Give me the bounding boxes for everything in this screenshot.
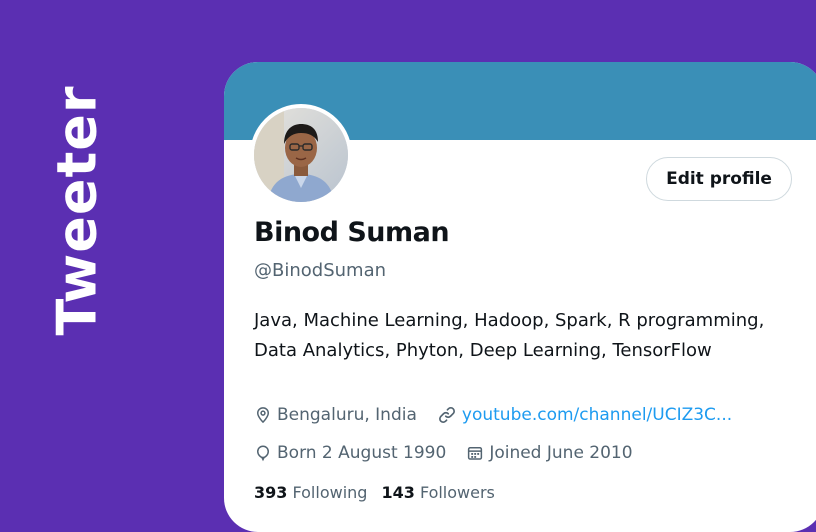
- profile-avatar[interactable]: [250, 104, 352, 206]
- followers-label: Followers: [419, 483, 495, 502]
- following-link[interactable]: 393 Following: [254, 483, 367, 502]
- profile-meta-row: Bengaluru, India youtube.com/channel/UCI…: [254, 405, 752, 425]
- edit-profile-button[interactable]: Edit profile: [646, 157, 792, 201]
- following-label: Following: [292, 483, 368, 502]
- profile-location: Bengaluru, India: [254, 405, 417, 425]
- followers-count: 143: [381, 483, 415, 502]
- profile-joined: Joined June 2010: [466, 443, 633, 463]
- link-icon: [438, 407, 455, 423]
- joined-text: Joined June 2010: [489, 443, 633, 463]
- birthday-text: Born 2 August 1990: [277, 443, 447, 463]
- website-link[interactable]: youtube.com/channel/UCIZ3C...: [462, 405, 732, 425]
- location-text: Bengaluru, India: [277, 405, 417, 425]
- profile-birthday: Born 2 August 1990: [254, 443, 446, 463]
- profile-bio: Java, Machine Learning, Hadoop, Spark, R…: [254, 310, 765, 361]
- followers-link[interactable]: 143 Followers: [381, 483, 494, 502]
- following-count: 393: [254, 483, 288, 502]
- balloon-icon: [256, 445, 270, 462]
- profile-meta-row: Born 2 August 1990 Joined June 2010: [254, 443, 653, 463]
- profile-display-name: Binod Suman: [254, 217, 450, 248]
- side-title: Tweeter: [45, 70, 109, 350]
- side-title-text: Tweeter: [45, 84, 109, 336]
- profile-card: Edit profile Binod Suman @BinodSuman Jav…: [224, 62, 816, 532]
- profile-handle: @BinodSuman: [254, 260, 387, 281]
- profile-website[interactable]: youtube.com/channel/UCIZ3C...: [437, 405, 732, 425]
- calendar-icon: [468, 447, 483, 460]
- location-pin-icon: [256, 407, 270, 424]
- follow-stats: 393 Following 143 Followers: [254, 483, 509, 502]
- user-avatar-photo-icon: [254, 108, 348, 202]
